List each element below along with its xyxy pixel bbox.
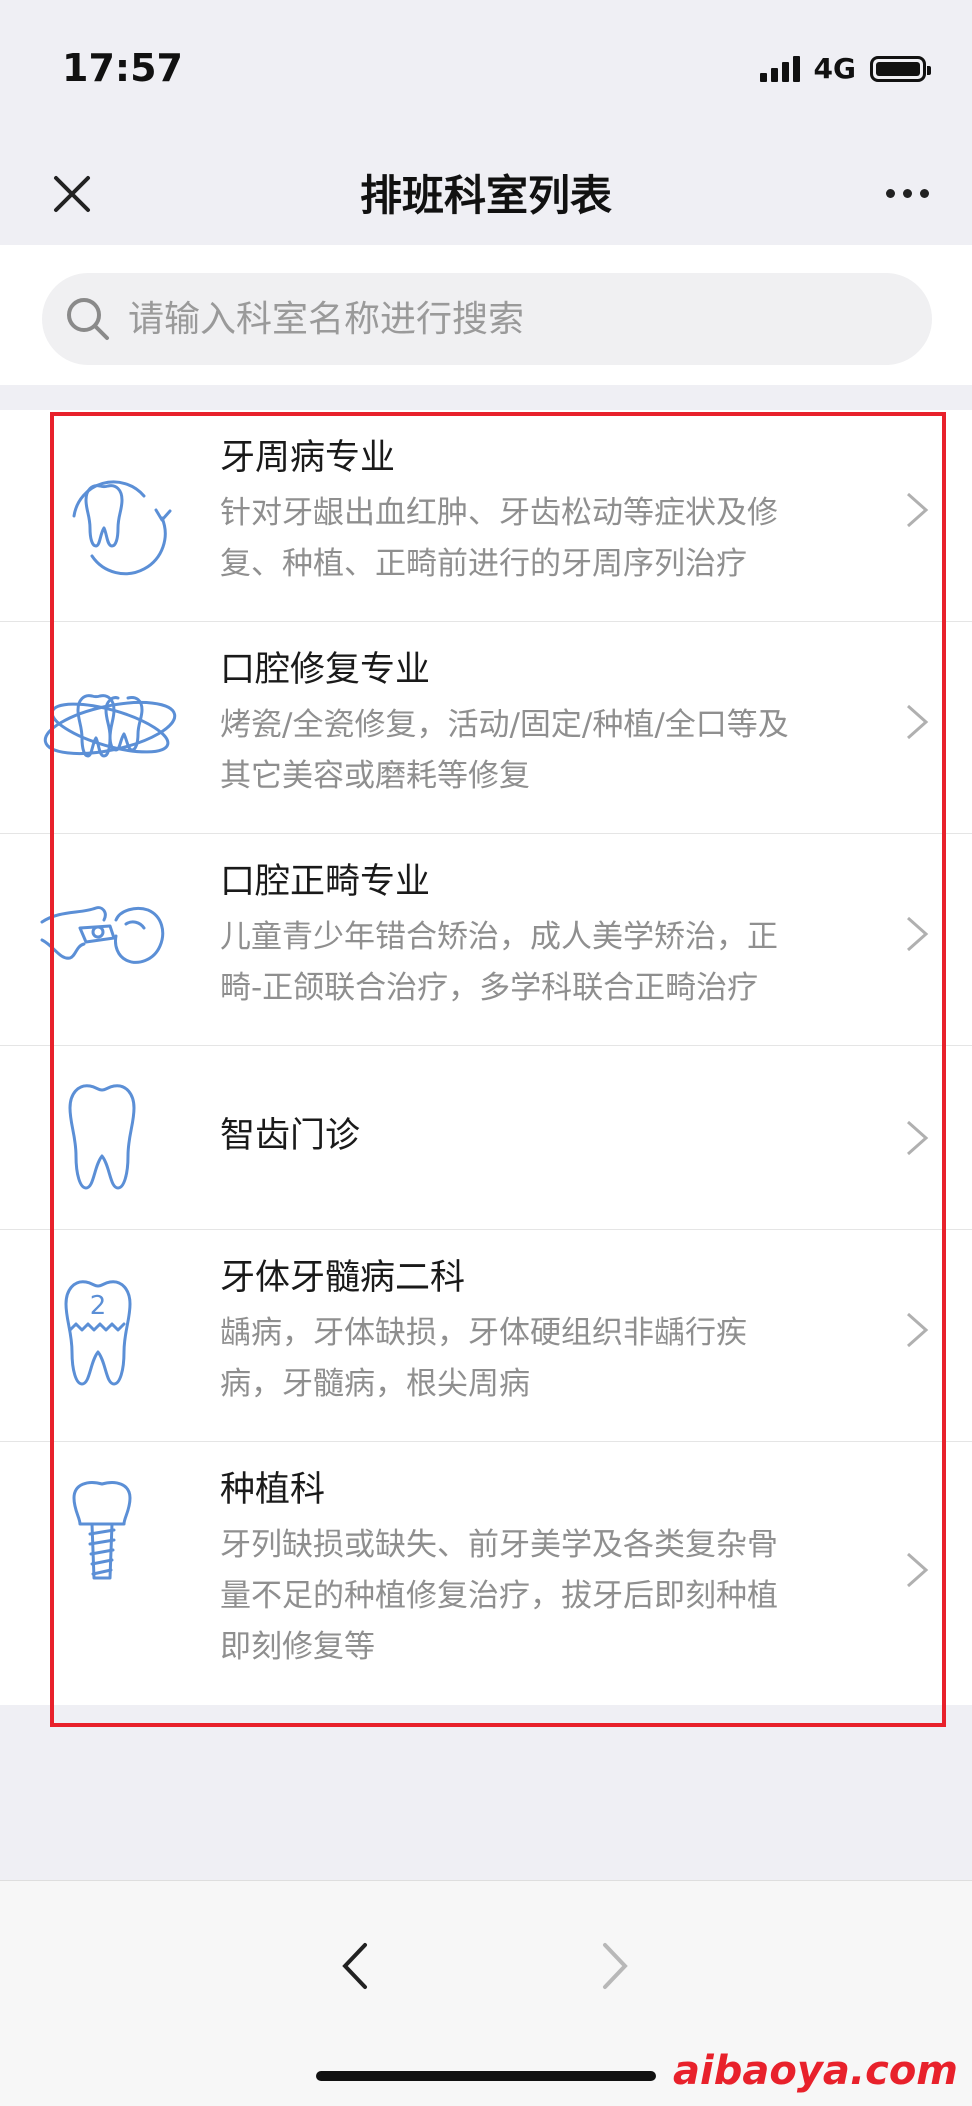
chevron-right-icon <box>907 916 929 952</box>
department-description: 儿童青少年错合矫治，成人美学矫治，正 畸-正颌联合治疗，多学科联合正畸治疗 <box>220 919 778 1006</box>
wisdom-tooth-icon <box>68 1084 136 1190</box>
more-dot-icon <box>902 188 912 198</box>
department-title: 种植科 <box>220 1470 326 1510</box>
department-title: 口腔修复专业 <box>220 650 431 690</box>
chevron-right-icon <box>603 1943 628 1989</box>
list-item[interactable]: 智齿门诊 <box>0 1046 972 1230</box>
department-title: 口腔正畸专业 <box>220 862 431 902</box>
chevron-right-icon <box>907 1120 929 1156</box>
chevron-right-icon <box>907 1552 929 1588</box>
department-title: 牙体牙髓病二科 <box>220 1258 466 1298</box>
more-dot-icon <box>885 188 895 198</box>
status-indicators: 4G <box>759 52 931 85</box>
chevron-right-icon <box>907 1312 929 1348</box>
chevron-right-icon <box>907 492 929 528</box>
home-indicator <box>316 2071 656 2081</box>
battery-icon <box>870 55 931 82</box>
more-dot-icon <box>919 188 929 198</box>
department-title: 智齿门诊 <box>220 1116 361 1156</box>
nav-bar: 排班科室列表 <box>0 140 972 245</box>
search-box[interactable] <box>42 273 932 365</box>
search-icon <box>67 298 109 340</box>
department-title: 牙周病专业 <box>220 438 396 478</box>
tooth-number-label: 2 <box>90 1291 107 1321</box>
network-type: 4G <box>813 52 856 85</box>
status-time: 17:57 <box>62 46 183 90</box>
department-description: 牙列缺损或缺失、前牙美学及各类复杂骨 量不足的种植修复治疗，拔牙后即刻种植 即刻… <box>220 1527 778 1665</box>
chevron-right-icon <box>907 704 929 740</box>
signal-icon <box>759 55 800 82</box>
watermark: aibaoya.com <box>673 2048 958 2094</box>
forward-button[interactable] <box>585 1936 645 1996</box>
tooth-implant-icon <box>72 1481 132 1580</box>
search-area <box>0 245 972 385</box>
status-bar: 17:57 4G <box>0 0 972 140</box>
department-description: 烤瓷/全瓷修复，活动/固定/种植/全口等及 其它美容或磨耗等修复 <box>220 707 789 794</box>
page-title: 排班科室列表 <box>359 171 612 220</box>
department-description: 龋病，牙体缺损，牙体硬组织非龋行疾 病，牙髓病，根尖周病 <box>220 1315 747 1402</box>
department-description: 针对牙龈出血红肿、牙齿松动等症状及修 复、种植、正畸前进行的牙周序列治疗 <box>220 495 778 582</box>
list-item[interactable]: 口腔修复专业 烤瓷/全瓷修复，活动/固定/种植/全口等及 其它美容或磨耗等修复 <box>0 622 972 834</box>
tooth-rotate-icon <box>72 480 172 576</box>
list-item[interactable]: 牙周病专业 针对牙龈出血红肿、牙齿松动等症状及修 复、种植、正畸前进行的牙周序列… <box>0 410 972 622</box>
list-item[interactable]: 2 牙体牙髓病二科 龋病，牙体缺损，牙体硬组织非龋行疾 病，牙髓病，根尖周病 <box>0 1230 972 1442</box>
tooth-braces-icon <box>40 906 165 964</box>
tooth-number-icon: 2 <box>64 1280 132 1386</box>
more-button[interactable] <box>872 168 942 218</box>
department-list: 牙周病专业 针对牙龈出血红肿、牙齿松动等症状及修 复、种植、正畸前进行的牙周序列… <box>0 410 972 1705</box>
tooth-orbit-icon <box>43 694 177 758</box>
chevron-left-icon <box>342 1943 367 1989</box>
search-input[interactable] <box>126 297 910 341</box>
back-button[interactable] <box>325 1936 385 1996</box>
list-item[interactable]: 口腔正畸专业 儿童青少年错合矫治，成人美学矫治，正 畸-正颌联合治疗，多学科联合… <box>0 834 972 1046</box>
list-item[interactable]: 种植科 牙列缺损或缺失、前牙美学及各类复杂骨 量不足的种植修复治疗，拔牙后即刻种… <box>0 1442 972 1705</box>
